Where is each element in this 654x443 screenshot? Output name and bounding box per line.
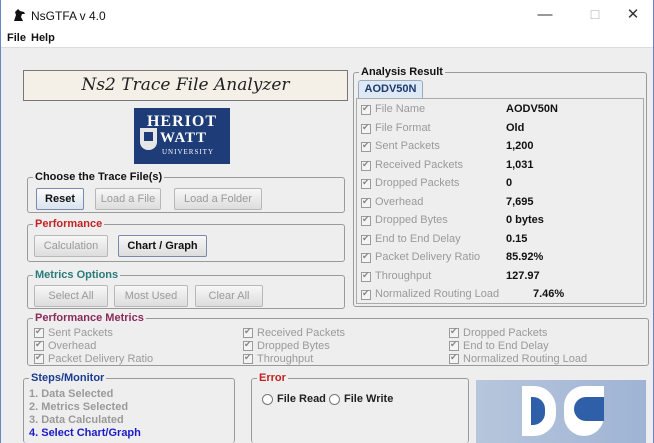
tab-aodv50n[interactable]: AODV50N — [358, 80, 423, 98]
load-folder-button[interactable]: Load a Folder — [174, 188, 262, 210]
file-read-radio[interactable] — [262, 394, 273, 405]
checkbox[interactable] — [361, 251, 371, 263]
checkbox[interactable] — [361, 177, 371, 189]
title-bar: NsGTFA v 4.0 — ☐ ✕ — [1, 0, 653, 30]
menu-file[interactable]: File — [7, 32, 26, 44]
checkbox[interactable] — [361, 196, 371, 208]
file-write-label: File Write — [344, 393, 394, 405]
error-group: Error File Read File Write — [251, 371, 469, 443]
clear-all-button[interactable]: Clear All — [195, 285, 263, 307]
trace-file-group-title: Choose the Trace File(s) — [33, 170, 165, 184]
app-banner: Ns2 Trace File Analyzer — [23, 70, 348, 101]
result-row-dropped-bytes: Dropped Bytes0 bytes — [361, 213, 641, 231]
app-window: NsGTFA v 4.0 — ☐ ✕ File Help Ns2 Trace F… — [0, 0, 654, 443]
reset-button[interactable]: Reset — [36, 188, 84, 210]
checkbox[interactable] — [243, 326, 253, 338]
result-row-overhead: Overhead7,695 — [361, 195, 641, 213]
result-row-throughput: Throughput127.97 — [361, 269, 641, 287]
file-read-label: File Read — [277, 393, 326, 405]
window-title: NsGTFA v 4.0 — [31, 9, 106, 23]
checkbox[interactable] — [449, 352, 459, 364]
result-row-normalized-routing-load: Normalized Routing Load7.46% — [361, 287, 641, 305]
steps-monitor-group: Steps/Monitor 1. Data Selected 2. Metric… — [23, 371, 235, 443]
result-row-dropped-packets: Dropped Packets0 — [361, 176, 641, 194]
maximize-button[interactable]: ☐ — [575, 4, 615, 26]
step-metrics-selected: 2. Metrics Selected — [29, 401, 129, 413]
close-button[interactable]: ✕ — [613, 4, 653, 26]
checkbox[interactable] — [34, 326, 44, 338]
result-row-received-packets: Received Packets1,031 — [361, 158, 641, 176]
step-data-calculated: 3. Data Calculated — [29, 414, 124, 426]
metrics-options-group-title: Metrics Options — [33, 268, 121, 282]
letter-g-shape — [564, 386, 604, 436]
result-row-packet-delivery-ratio: Packet Delivery Ratio85.92% — [361, 250, 641, 268]
checkbox[interactable] — [361, 233, 371, 245]
performance-group: Performance Calculation Chart / Graph — [27, 217, 345, 262]
performance-metrics-group-title: Performance Metrics — [33, 311, 146, 325]
calculation-button[interactable]: Calculation — [34, 235, 108, 257]
menu-bar: File Help — [1, 30, 653, 48]
checkbox[interactable] — [34, 339, 44, 351]
minimize-button[interactable]: — — [525, 4, 565, 26]
checkbox[interactable] — [243, 339, 253, 351]
checkbox[interactable] — [361, 288, 371, 300]
trace-file-group: Choose the Trace File(s) Reset Load a Fi… — [27, 170, 345, 213]
result-row-end-to-end-delay: End to End Delay0.15 — [361, 232, 641, 250]
result-row-file-format: File FormatOld — [361, 121, 641, 139]
load-file-button[interactable]: Load a File — [95, 188, 161, 210]
step-select-chart-graph: 4. Select Chart/Graph — [29, 427, 141, 439]
checkbox[interactable] — [361, 270, 371, 282]
checkbox[interactable] — [449, 326, 459, 338]
step-data-selected: 1. Data Selected — [29, 388, 114, 400]
heriot-watt-logo: HERIOT WATT UNIVERSITY — [134, 108, 230, 164]
most-used-button[interactable]: Most Used — [114, 285, 188, 307]
performance-metrics-group: Performance Metrics Sent Packets Overhea… — [27, 311, 649, 366]
checkbox[interactable] — [361, 103, 371, 115]
file-write-radio[interactable] — [329, 394, 340, 405]
result-row-file-name: File NameAODV50N — [361, 102, 641, 120]
error-group-title: Error — [257, 371, 288, 385]
checkbox[interactable] — [449, 339, 459, 351]
crest-icon — [140, 128, 157, 150]
metrics-options-group: Metrics Options Select All Most Used Cle… — [27, 268, 345, 309]
checkbox[interactable] — [34, 352, 44, 364]
select-all-button[interactable]: Select All — [34, 285, 108, 307]
letter-d-shape — [522, 386, 556, 436]
analysis-result-panel: File NameAODV50N File FormatOld Sent Pac… — [356, 98, 644, 304]
checkbox[interactable] — [361, 159, 371, 171]
analysis-result-group-title: Analysis Result — [359, 65, 445, 79]
result-row-sent-packets: Sent Packets1,200 — [361, 139, 641, 157]
checkbox[interactable] — [243, 352, 253, 364]
checkbox[interactable] — [361, 214, 371, 226]
steps-monitor-group-title: Steps/Monitor — [29, 371, 107, 385]
checkbox[interactable] — [361, 140, 371, 152]
menu-help[interactable]: Help — [31, 32, 55, 44]
chart-graph-button[interactable]: Chart / Graph — [118, 235, 207, 257]
horse-app-icon — [14, 9, 25, 21]
checkbox[interactable] — [361, 122, 371, 134]
dg-logo — [476, 380, 646, 443]
performance-group-title: Performance — [33, 217, 105, 231]
